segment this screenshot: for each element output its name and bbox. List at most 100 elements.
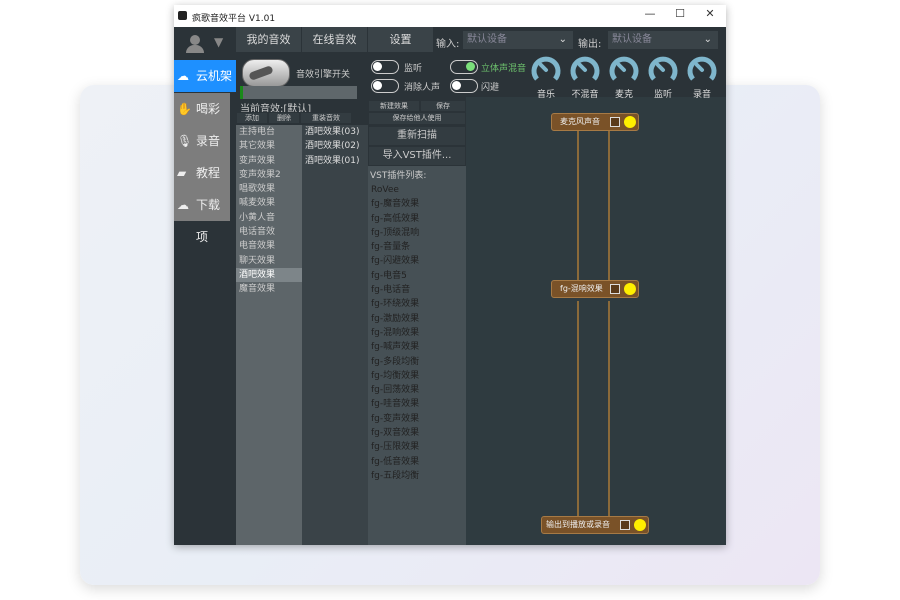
list-item[interactable]: fg-电话音 <box>368 283 466 297</box>
list-item[interactable]: fg-顶级混响 <box>368 226 466 240</box>
sidebar-item-downloads[interactable]: ☁ 下载项 <box>174 189 230 244</box>
toggle-label: 监听 <box>404 64 423 74</box>
list-item[interactable]: fg-喊声效果 <box>368 340 466 354</box>
output-device-value: 默认设备 <box>612 34 652 45</box>
list-item[interactable]: 酒吧效果(02) <box>302 139 368 153</box>
sidebar-item-studio[interactable]: 🎙录音室 <box>174 125 230 180</box>
output-device-select[interactable]: 默认设备 ⌄ <box>608 31 718 49</box>
node-settings-icon[interactable] <box>620 520 630 530</box>
list-item[interactable]: fg-哇音效果 <box>368 397 466 411</box>
list-item[interactable]: fg-多段均衡 <box>368 355 466 369</box>
list-item[interactable]: fg-变声效果 <box>368 412 466 426</box>
list-item[interactable]: fg-音量条 <box>368 240 466 254</box>
rescan-button[interactable]: 重新扫描 <box>368 126 466 146</box>
node-settings-icon[interactable] <box>610 117 620 127</box>
list-item[interactable]: fg-回荡效果 <box>368 383 466 397</box>
list-item[interactable]: 唱歌效果 <box>236 182 302 196</box>
volume-knob[interactable] <box>530 54 562 86</box>
list-item[interactable]: fg-五段均衡 <box>368 469 466 483</box>
vst-plugin-list[interactable]: RoVee fg-魔音效果 fg-高低效果 fg-顶级混响 fg-音量条 fg-闪避效果 f… <box>368 183 466 483</box>
chain-node-output[interactable]: 输出到播放或录音 <box>541 516 649 534</box>
list-item[interactable]: 小黄人音 <box>236 211 302 225</box>
title-bar: 疯歌音效平台 V1.01 — ☐ ✕ <box>174 5 726 27</box>
chevron-down-icon: ⌄ <box>703 34 712 45</box>
clap-icon: ✋ <box>177 102 192 116</box>
list-item[interactable]: fg-均衡效果 <box>368 369 466 383</box>
knob-label: 音乐 <box>536 90 555 100</box>
list-item[interactable]: fg-高低效果 <box>368 212 466 226</box>
list-item[interactable]: fg-混响效果 <box>368 326 466 340</box>
delete-button[interactable]: 删除 <box>268 112 300 124</box>
sidebar-item-label: 教程 <box>196 166 221 180</box>
effect-category-list[interactable]: 主持电台 其它效果 变声效果 变声效果2 唱歌效果 喊麦效果 小黄人音 电话音效 电音效果 聊天效… <box>236 125 302 545</box>
sidebar-item-cloud-rack[interactable]: ☁ 云机架 <box>174 60 236 92</box>
list-item[interactable]: 酒吧效果(01) <box>302 154 368 168</box>
app-window: 疯歌音效平台 V1.01 — ☐ ✕ ▼ ☁ 云机架 ✋喝彩声 🎙录音室 ▰ 教程 … <box>174 5 726 545</box>
volume-knob[interactable] <box>608 54 640 86</box>
list-item[interactable]: fg-低音效果 <box>368 455 466 469</box>
input-device-value: 默认设备 <box>467 34 507 45</box>
add-button[interactable]: 添加 <box>236 112 268 124</box>
list-item[interactable]: 电音效果 <box>236 239 302 253</box>
preset-list[interactable]: 酒吧效果(03) 酒吧效果(02) 酒吧效果(01) <box>302 125 368 545</box>
list-item[interactable]: 电话音效 <box>236 225 302 239</box>
sidebar-item-cheer[interactable]: ✋喝彩声 <box>174 93 230 148</box>
volume-knob[interactable] <box>569 54 601 86</box>
list-item[interactable]: fg-激励效果 <box>368 312 466 326</box>
node-label: 输出到播放或录音 <box>546 520 610 529</box>
monitor-toggle[interactable] <box>371 60 399 74</box>
cloud-icon: ☁ <box>177 69 189 83</box>
dropdown-arrow-icon[interactable]: ▼ <box>214 35 223 49</box>
node-settings-icon[interactable] <box>610 284 620 294</box>
list-item[interactable]: 变声效果2 <box>236 168 302 182</box>
input-device-select[interactable]: 默认设备 ⌄ <box>463 31 573 49</box>
list-item[interactable]: 变声效果 <box>236 154 302 168</box>
list-item[interactable]: 主持电台 <box>236 125 302 139</box>
window-title: 疯歌音效平台 V1.01 <box>192 14 276 24</box>
list-item[interactable]: fg-环绕效果 <box>368 297 466 311</box>
node-label: 麦克风声音 <box>560 117 600 126</box>
tab-settings[interactable]: 设置 <box>368 27 434 52</box>
sidebar-item-tutorial[interactable]: ▰ 教程 <box>174 157 230 189</box>
list-item[interactable]: 酒吧效果 <box>236 267 302 283</box>
node-status-indicator[interactable] <box>624 116 636 128</box>
list-item[interactable]: fg-压限效果 <box>368 440 466 454</box>
save-button[interactable]: 保存 <box>420 100 466 112</box>
chain-node-mic[interactable]: 麦克风声音 <box>551 113 639 131</box>
list-item[interactable]: 其它效果 <box>236 139 302 153</box>
list-item[interactable]: fg-电音5 <box>368 269 466 283</box>
sidebar: ▼ ☁ 云机架 ✋喝彩声 🎙录音室 ▰ 教程 ☁ 下载项 <box>174 27 236 545</box>
close-button[interactable]: ✕ <box>696 7 724 20</box>
maximize-button[interactable]: ☐ <box>666 7 694 20</box>
tab-online-effects[interactable]: 在线音效 <box>302 27 368 52</box>
list-item[interactable]: 聊天效果 <box>236 254 302 268</box>
list-item[interactable]: RoVee <box>368 183 466 197</box>
effect-chain-canvas[interactable] <box>466 97 726 545</box>
remove-vocal-toggle[interactable] <box>371 79 399 93</box>
list-item[interactable]: fg-闪避效果 <box>368 254 466 268</box>
tab-my-effects[interactable]: 我的音效 <box>236 27 302 52</box>
volume-knob[interactable] <box>686 54 718 86</box>
import-vst-button[interactable]: 导入VST插件... <box>368 146 466 166</box>
list-item[interactable]: 魔音效果 <box>236 282 302 296</box>
node-status-indicator[interactable] <box>624 283 636 295</box>
toggle-label: 闪避 <box>481 83 500 93</box>
list-item[interactable]: fg-双音效果 <box>368 426 466 440</box>
node-status-indicator[interactable] <box>634 519 646 531</box>
ducking-toggle[interactable] <box>450 79 478 93</box>
reload-effects-button[interactable]: 重装音效 <box>300 112 352 124</box>
list-item[interactable]: 喊麦效果 <box>236 196 302 210</box>
avatar-icon[interactable] <box>186 35 204 53</box>
knob-label: 麦克 <box>614 90 633 100</box>
sidebar-item-label: 下载项 <box>196 198 221 244</box>
new-effect-button[interactable]: 新建效果 <box>368 100 420 112</box>
stereo-mix-toggle[interactable] <box>450 60 478 74</box>
share-save-button[interactable]: 保存给他人使用 <box>368 112 466 125</box>
list-item[interactable]: 酒吧效果(03) <box>302 125 368 139</box>
chain-node-reverb[interactable]: fg-混响效果 <box>551 280 639 298</box>
list-item[interactable]: fg-魔音效果 <box>368 197 466 211</box>
engine-switch[interactable] <box>242 59 290 87</box>
minimize-button[interactable]: — <box>636 7 664 20</box>
volume-knob[interactable] <box>647 54 679 86</box>
mic-icon: 🎙 <box>177 134 193 148</box>
